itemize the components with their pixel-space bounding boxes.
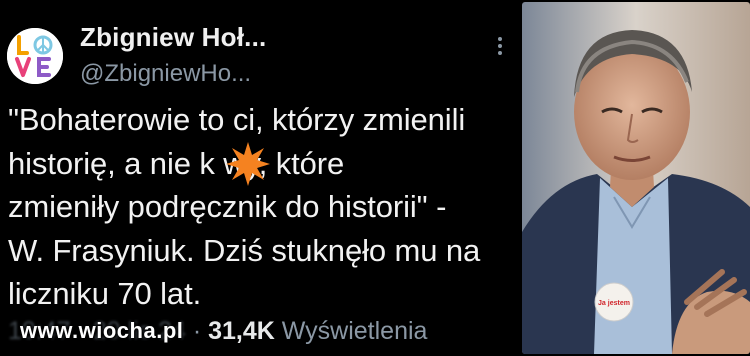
badge-text: Ja jestem bbox=[598, 300, 630, 307]
watermark: www.wiocha.pl bbox=[20, 318, 184, 343]
display-name[interactable]: Zbigniew Hoł... bbox=[80, 22, 266, 53]
attached-photo[interactable]: Ja jestem bbox=[522, 2, 750, 354]
meta-separator: · bbox=[185, 317, 209, 345]
star-burst-icon bbox=[226, 142, 270, 186]
love-logo-image bbox=[7, 28, 63, 84]
portrait-photo: Ja jestem bbox=[522, 2, 750, 354]
views-label: Wyświetlenia bbox=[274, 317, 428, 345]
tweet-text: "Bohaterowie to ci, którzy zmienili hist… bbox=[8, 102, 481, 311]
user-handle[interactable]: @ZbigniewHo... bbox=[80, 60, 251, 88]
views-count: 31,4K bbox=[208, 317, 275, 345]
tweet-card: Zbigniew Hoł... @ZbigniewHo... "Bohatero… bbox=[0, 0, 750, 356]
more-vertical-icon[interactable] bbox=[488, 34, 512, 62]
user-avatar[interactable] bbox=[7, 28, 63, 84]
